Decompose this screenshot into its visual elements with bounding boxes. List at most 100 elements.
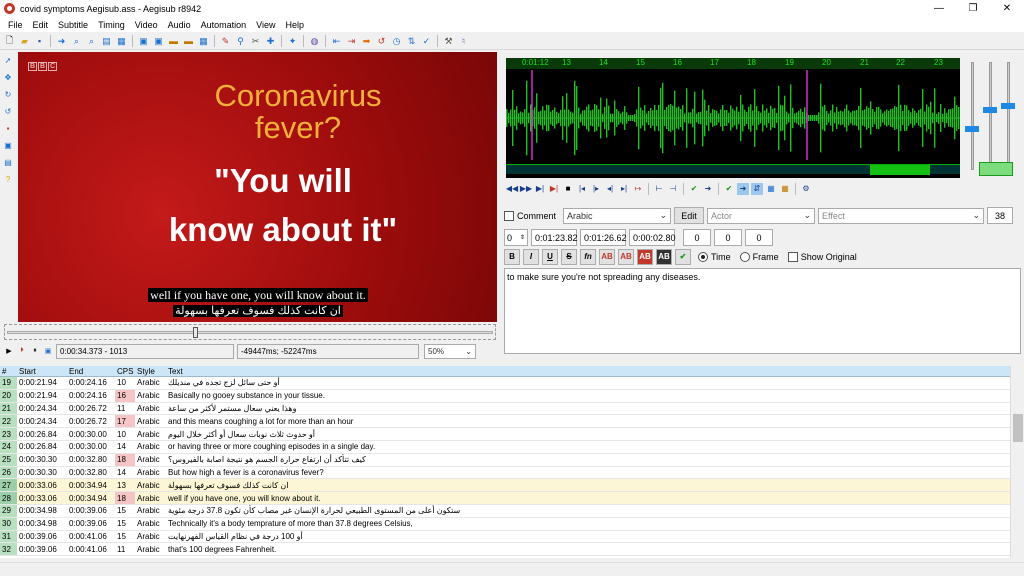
- auto-scroll-icon[interactable]: ▣: [43, 346, 53, 356]
- rotate-xy-icon[interactable]: ↺: [2, 105, 14, 117]
- table-row[interactable]: 19 0:00:21.94 0:00:24.16 10 Arabic أو حتى سائ…: [0, 377, 1010, 390]
- table-row[interactable]: 23 0:00:26.84 0:00:30.00 10 Arabic أو حدوث ثل…: [0, 428, 1010, 441]
- margin-right-field[interactable]: 0: [714, 229, 742, 246]
- margin-left-field[interactable]: 0: [683, 229, 711, 246]
- menu-automation[interactable]: Automation: [196, 20, 252, 30]
- properties-icon[interactable]: ▤: [100, 35, 113, 48]
- play-selection-icon[interactable]: ▶|: [534, 183, 546, 195]
- video-seek-bar[interactable]: [4, 324, 496, 340]
- strikeout-button[interactable]: S: [561, 248, 577, 265]
- link-sliders-icon[interactable]: [979, 162, 1013, 176]
- kanji-timer-icon[interactable]: ✚: [264, 35, 277, 48]
- translation-assistant-icon[interactable]: ✎: [219, 35, 232, 48]
- vertical-zoom-track[interactable]: [1007, 62, 1010, 170]
- menu-timing[interactable]: Timing: [93, 20, 130, 30]
- close-button[interactable]: ✕: [990, 0, 1024, 17]
- margin-vertical-field[interactable]: 0: [745, 229, 773, 246]
- actor-select[interactable]: Actor ⌄: [707, 207, 816, 224]
- play-before-end-icon[interactable]: ◂|: [604, 183, 616, 195]
- outline-color-button[interactable]: AB: [637, 248, 653, 265]
- go-to-icon[interactable]: ➜: [702, 183, 714, 195]
- effect-select[interactable]: Effect ⌄: [818, 207, 985, 224]
- attachments-icon[interactable]: ▣: [137, 35, 150, 48]
- menu-edit[interactable]: Edit: [28, 20, 54, 30]
- maximize-button[interactable]: ❐: [956, 0, 990, 17]
- bold-button[interactable]: B: [504, 248, 520, 265]
- auto-next-icon[interactable]: ➜: [737, 182, 749, 195]
- vertical-zoom-thumb[interactable]: [1001, 103, 1015, 109]
- save-icon[interactable]: ▪: [33, 35, 46, 48]
- time-radio[interactable]: [698, 251, 708, 262]
- subtitle-grid[interactable]: # Start End CPS Style Text 19 0:00:21.94 0…: [0, 366, 1010, 558]
- table-row[interactable]: 27 0:00:33.06 0:00:34.94 13 Arabic ان كانت كذ…: [0, 479, 1010, 493]
- menu-file[interactable]: File: [3, 20, 28, 30]
- zoom-out-icon[interactable]: ⌕: [85, 35, 98, 48]
- shift-times-icon[interactable]: ➡: [360, 35, 373, 48]
- audio-settings-icon[interactable]: ⚙: [800, 183, 812, 195]
- duration-field[interactable]: 0:00:02.80: [629, 229, 676, 246]
- menu-subtitle[interactable]: Subtitle: [53, 20, 93, 30]
- rotate-z-icon[interactable]: ↻: [2, 88, 14, 100]
- table-row[interactable]: 28 0:00:33.06 0:00:34.94 18 Arabic well if yo…: [0, 492, 1010, 505]
- table-row[interactable]: 26 0:00:30.30 0:00:32.80 14 Arabic But how hi…: [0, 466, 1010, 480]
- table-row[interactable]: 20 0:00:21.94 0:00:24.16 16 Arabic Basically …: [0, 389, 1010, 403]
- sort-icon[interactable]: ⇅: [405, 35, 418, 48]
- lead-out-icon[interactable]: ⊣: [667, 183, 679, 195]
- table-row[interactable]: 29 0:00:34.98 0:00:39.06 15 Arabic ستكون أعلى…: [0, 504, 1010, 518]
- snap-end-icon[interactable]: ⇥: [345, 35, 358, 48]
- scale-tool-icon[interactable]: ▪: [2, 122, 14, 134]
- table-row[interactable]: 31 0:00:39.06 0:00:41.06 15 Arabic أو 100 درج…: [0, 530, 1010, 544]
- comment-checkbox[interactable]: [504, 210, 514, 221]
- vector-clip-icon[interactable]: ▤: [2, 156, 14, 168]
- style-select[interactable]: Arabic ⌄: [563, 207, 672, 224]
- jump-to-icon[interactable]: ➜: [55, 35, 68, 48]
- table-row[interactable]: 24 0:00:26.84 0:00:30.00 14 Arabic or having …: [0, 440, 1010, 454]
- lead-in-icon[interactable]: ⊢: [653, 183, 665, 195]
- zoom-in-icon[interactable]: ⌕: [70, 35, 83, 48]
- hotkeys-icon[interactable]: ♮: [457, 35, 470, 48]
- standard-tool-icon[interactable]: ➚: [2, 54, 14, 66]
- karaoke-icon[interactable]: ▦: [779, 183, 791, 195]
- options-icon[interactable]: ⚒: [442, 35, 455, 48]
- open-video-icon[interactable]: ▬: [167, 35, 180, 48]
- frame-radio[interactable]: [739, 251, 750, 262]
- volume-slider-thumb[interactable]: [965, 126, 979, 132]
- play-after-start-icon[interactable]: |▸: [590, 183, 602, 195]
- layer-spin[interactable]: 0 ⇕: [504, 229, 528, 246]
- menu-video[interactable]: Video: [130, 20, 163, 30]
- snap-start-icon[interactable]: ⇤: [330, 35, 343, 48]
- primary-color-button[interactable]: AB: [599, 248, 615, 265]
- auto-scroll-audio-icon[interactable]: ⇵: [751, 182, 763, 195]
- menu-help[interactable]: Help: [281, 20, 310, 30]
- edit-style-button[interactable]: Edit: [674, 207, 705, 224]
- menu-view[interactable]: View: [251, 20, 280, 30]
- grid-scrollbar[interactable]: [1010, 366, 1024, 558]
- zoom-select[interactable]: 50% ⌄: [424, 343, 476, 359]
- automation-icon[interactable]: ✦: [286, 35, 299, 48]
- play-icon[interactable]: ▶: [4, 346, 14, 356]
- help-icon[interactable]: ?: [2, 173, 14, 185]
- italic-button[interactable]: I: [523, 248, 539, 265]
- table-row[interactable]: 32 0:00:39.06 0:00:41.06 11 Arabic that's 100…: [0, 543, 1010, 557]
- play-current-line-icon[interactable]: ▶|: [548, 183, 560, 195]
- table-row[interactable]: 30 0:00:34.98 0:00:39.06 15 Arabic Technicall…: [0, 517, 1010, 531]
- play-previous-icon[interactable]: ◀◀: [506, 183, 518, 195]
- commit-icon[interactable]: ✔: [688, 183, 700, 195]
- font-button[interactable]: fn: [580, 248, 596, 265]
- open-audio-icon[interactable]: ▬: [182, 35, 195, 48]
- play-next-icon[interactable]: ▶▶: [520, 183, 532, 195]
- audio-waveform-display[interactable]: 0:01:12 13 14 15 16 17 18 19 20 21 22 23: [506, 58, 960, 178]
- timing-icon[interactable]: ◷: [390, 35, 403, 48]
- new-file-icon[interactable]: 🗋: [3, 35, 16, 48]
- video-display[interactable]: B B C Coronavirus fever? "You will know …: [18, 52, 497, 322]
- globe-icon[interactable]: ◍: [308, 35, 321, 48]
- horizontal-zoom-track[interactable]: [989, 62, 992, 170]
- play-to-end-icon[interactable]: ↦: [632, 183, 644, 195]
- grid-scrollbar-thumb[interactable]: [1013, 414, 1023, 442]
- styles-manager-icon[interactable]: ▦: [115, 35, 128, 48]
- table-row[interactable]: 21 0:00:24.34 0:00:26.72 11 Arabic وهذا يعني …: [0, 402, 1010, 416]
- commit-check-icon[interactable]: ✔: [675, 248, 691, 265]
- clip-tool-icon[interactable]: ▣: [2, 139, 14, 151]
- select-lines-icon[interactable]: ↺: [375, 35, 388, 48]
- fonts-collector-icon[interactable]: ▣: [152, 35, 165, 48]
